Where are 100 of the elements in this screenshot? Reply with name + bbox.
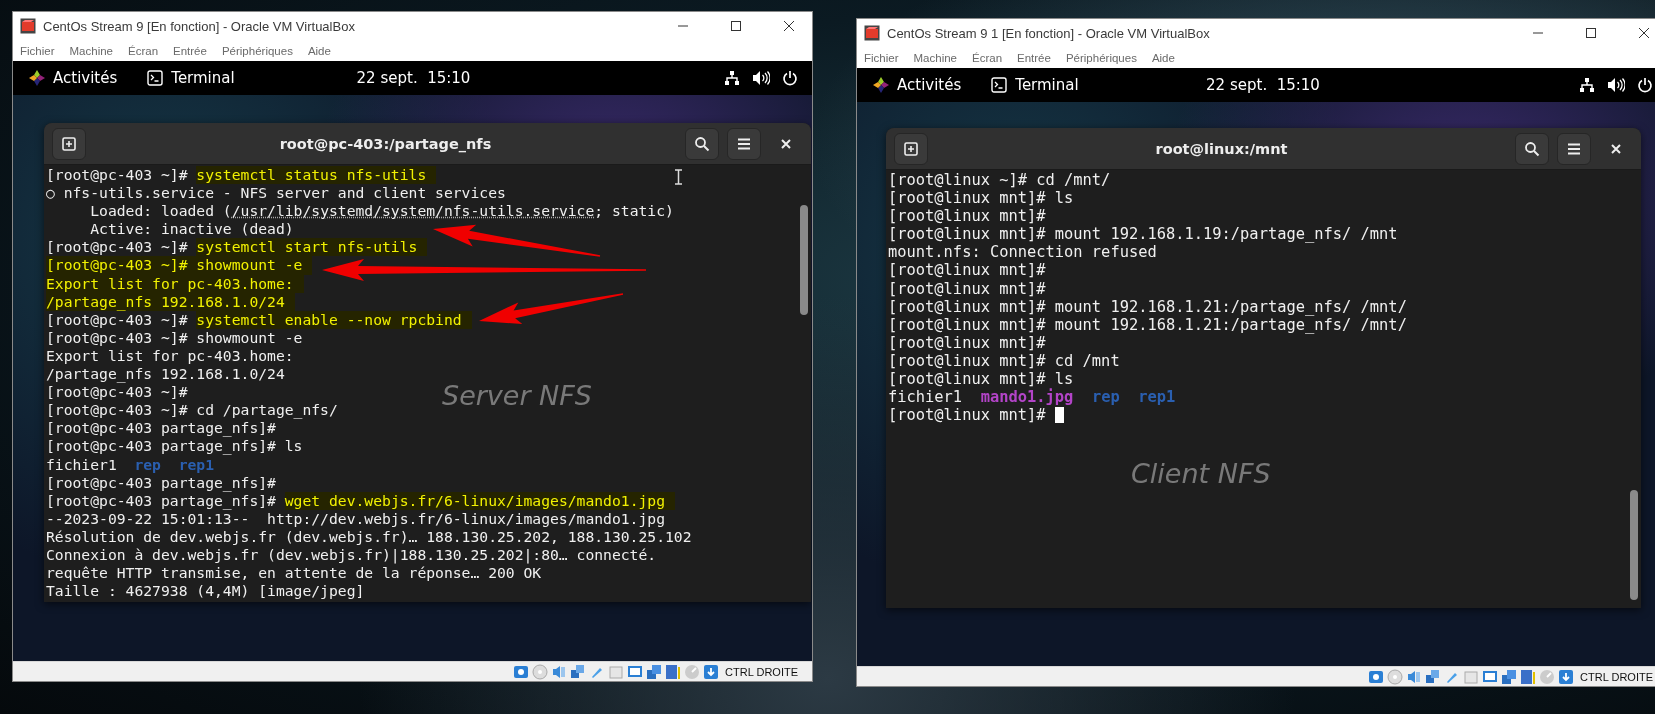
arrow-down-icon[interactable] (1558, 668, 1575, 685)
clock[interactable]: 22 sept. 15:10 (356, 69, 471, 87)
terminal-text: [root@linux mnt]# ls (888, 370, 1074, 389)
menu-item[interactable]: Entrée (173, 44, 207, 57)
command-text: systemctl start nfs-utils (196, 238, 428, 257)
terminal-text: mount.nfs: Connection refused (888, 243, 1157, 262)
menu-item[interactable]: Fichier (20, 44, 55, 57)
terminal-text: [root@pc-403 partage_nfs]# (46, 419, 276, 438)
directory-name: rep (134, 455, 161, 474)
terminal-text: [root@linux ~]# cd /mnt/ (888, 171, 1111, 190)
terminal-text: [root@linux mnt]# mount 192.168.1.21:/partage_nfs/ /mnt/ (888, 315, 1407, 334)
terminal-text: [root@linux mnt]# (888, 261, 1046, 280)
close-icon (1611, 143, 1621, 154)
directory-name: rep1 (1138, 388, 1176, 407)
new-tab-button[interactable] (52, 127, 86, 160)
terminal-text: [root@pc-403 ~]# showmount -e (46, 328, 303, 347)
audio-icon[interactable] (551, 663, 568, 680)
file-path-link[interactable]: /usr/lib/systemd/system/nfs-utils.service (231, 202, 595, 221)
terminal-text: ; static) (594, 202, 674, 221)
terminal-text: Résolution de dev.webjs.fr (dev.webjs.fr)… 188.130.25.202, 188.130.25.102 (46, 527, 692, 546)
host-key-label: CTRL DROITE (1580, 670, 1653, 683)
new-tab-button[interactable] (894, 132, 928, 165)
terminal-text: [root@pc-403 partage_nfs]# ls (46, 437, 303, 456)
terminal-text: requête HTTP transmise, en attente de la réponse… 200 OK (46, 564, 542, 583)
terminal-text: [root@linux mnt]# mount 192.168.1.19:/partage_nfs/ /mnt (888, 225, 1398, 244)
terminal-icon (991, 77, 1008, 93)
clock[interactable]: 22 sept. 15:10 (1206, 76, 1320, 94)
speaker-icon[interactable] (752, 70, 770, 86)
menu-button[interactable] (1557, 132, 1591, 165)
scrollbar-thumb[interactable] (1630, 490, 1638, 600)
terminal-text: Active: inactive (dead) (89, 220, 294, 239)
text-cursor-icon (674, 169, 683, 185)
terminal-text: [root@pc-403 ~]# (46, 310, 189, 329)
search-icon (694, 135, 710, 152)
menu-item[interactable]: Aide (1151, 51, 1175, 64)
host-key-label: CTRL DROITE (725, 665, 798, 678)
new-tab-icon (903, 140, 919, 157)
window-title: CentOs Stream 9 1 [En fonction] - Oracle VM VirtualBox (887, 25, 1211, 41)
display-icon[interactable] (1482, 668, 1499, 685)
menu-icon (737, 137, 751, 150)
audio-icon[interactable] (1406, 668, 1423, 685)
network-icon[interactable] (724, 70, 740, 86)
terminal-text: [root@linux mnt]# (888, 279, 1046, 298)
terminal-text: [root@linux mnt]# (888, 207, 1046, 226)
menu-item[interactable]: Machine (913, 51, 957, 64)
terminal-text: fichier1 (46, 455, 117, 474)
menu-item[interactable]: Machine (69, 44, 113, 57)
scrollbar-thumb[interactable] (800, 205, 808, 315)
annotation-label: Server NFS (442, 380, 592, 411)
terminal-text: fichier1 (888, 388, 963, 407)
search-button[interactable] (1515, 132, 1549, 165)
search-button[interactable] (685, 127, 719, 160)
maximize-icon (730, 20, 742, 32)
menu-icon (1567, 142, 1581, 155)
terminal-text: Loaded: loaded ( (89, 202, 232, 221)
centos-logo-icon (29, 70, 45, 86)
power-icon[interactable] (1637, 77, 1653, 93)
display-icon[interactable] (627, 663, 644, 680)
menu-item[interactable]: Écran (128, 44, 159, 57)
new-tab-icon (61, 135, 77, 152)
close-icon (1638, 27, 1650, 39)
menu-item[interactable]: Aide (307, 44, 331, 57)
terminal-text: [root@pc-403 partage_nfs]# (46, 491, 277, 510)
menu-item[interactable]: Périphériques (1065, 51, 1137, 64)
menu-item[interactable]: Écran (972, 51, 1003, 64)
terminal-title: root@linux:/mnt (1154, 140, 1289, 157)
terminal-text: [root@linux mnt]# (888, 406, 1047, 425)
arrow-down-icon[interactable] (703, 663, 720, 680)
speaker-icon[interactable] (1607, 77, 1625, 93)
menu-item[interactable]: Entrée (1017, 51, 1051, 64)
app-menu-button[interactable]: Terminal (991, 76, 1079, 94)
terminal-text: --2023-09-22 15:01:13-- http://dev.webjs.fr/6-linux/images/mando1.jpg (46, 509, 665, 528)
terminal-text: [root@pc-403 ~]# cd /partage_nfs/ (46, 401, 338, 420)
terminal-text: [root@pc-403 ~]# (46, 383, 188, 402)
command-text: [root@pc-403 ~]# showmount -e (46, 256, 313, 275)
terminal-icon (147, 70, 164, 86)
terminal-text: [root@linux mnt]# ls (888, 189, 1074, 208)
activities-button[interactable]: Activités (873, 76, 962, 94)
centos-logo-icon (873, 77, 889, 93)
terminal-text: [root@linux mnt]# (888, 333, 1046, 352)
terminal-text: Export list for pc-403.home: (46, 346, 294, 366)
menu-item[interactable]: Périphériques (221, 44, 293, 57)
terminal-text: [root@linux mnt]# cd /mnt (888, 351, 1120, 371)
terminal-text: [root@pc-403 ~]# (46, 166, 189, 185)
terminal-text: [root@pc-403 ~]# (46, 238, 189, 257)
directory-name: rep (1091, 388, 1120, 407)
virtualbox-icon (864, 25, 880, 41)
terminal-title: root@pc-403:/partage_nfs (278, 135, 493, 152)
command-text: systemctl status nfs-utils (196, 166, 437, 185)
power-icon[interactable] (782, 70, 798, 86)
network-icon[interactable] (1579, 77, 1595, 93)
command-text: wget dev.webjs.fr/6-linux/images/mando1.jpg (284, 491, 675, 510)
directory-name: rep1 (178, 455, 214, 474)
menu-button[interactable] (727, 127, 761, 160)
close-icon (781, 138, 791, 149)
search-icon (1524, 140, 1540, 157)
activities-button[interactable]: Activités (29, 69, 118, 87)
terminal-text: Connexion à dev.webjs.fr (dev.webjs.fr)|188.130.25.202|:80… connecté. (46, 545, 657, 565)
app-menu-button[interactable]: Terminal (147, 69, 235, 87)
menu-item[interactable]: Fichier (864, 51, 899, 64)
